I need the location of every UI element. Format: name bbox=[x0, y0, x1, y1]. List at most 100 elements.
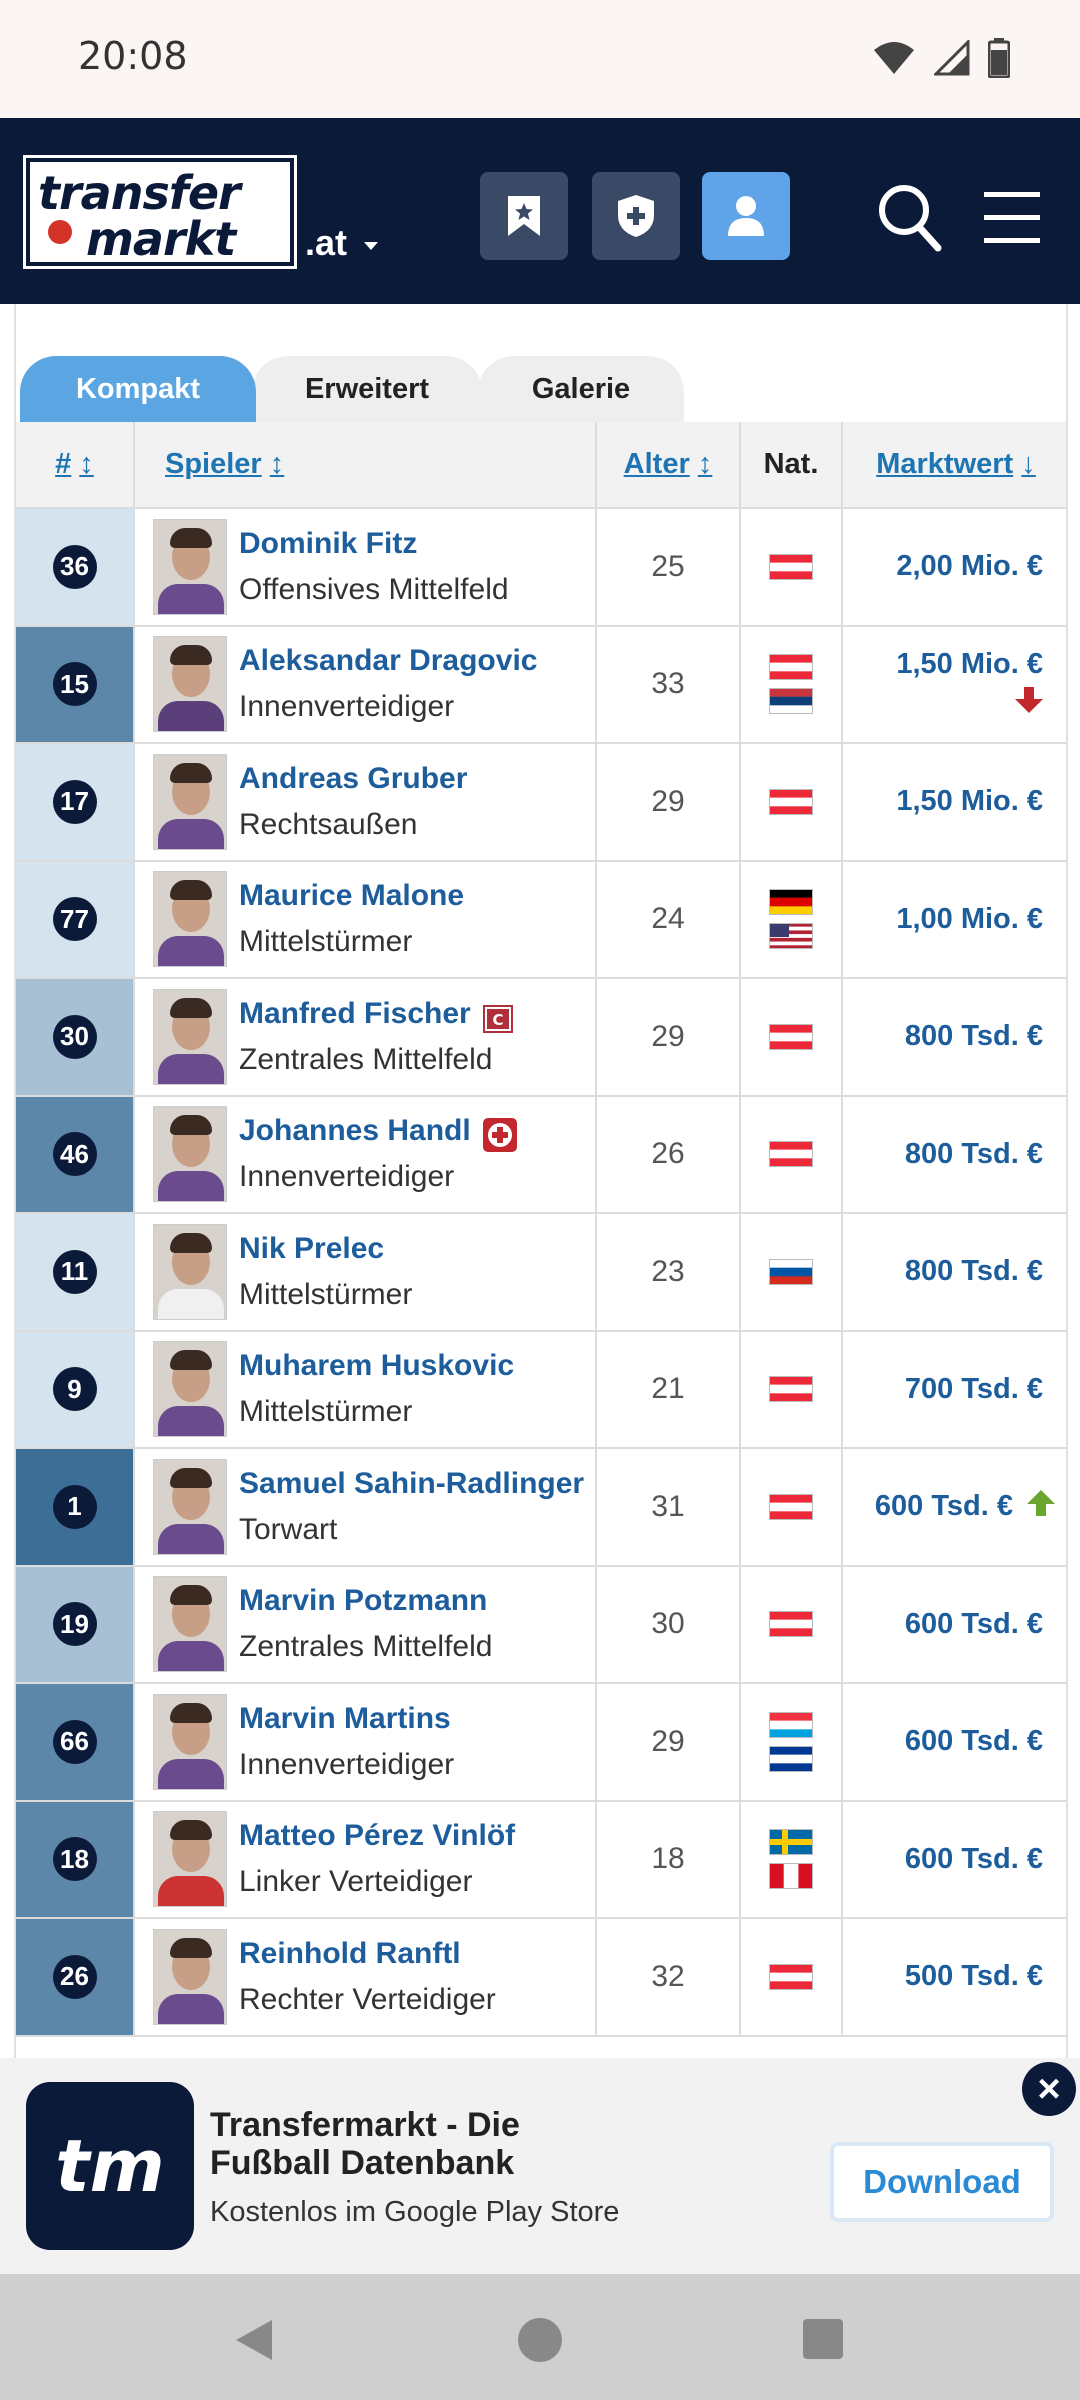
market-value[interactable]: 1,50 Mio. € bbox=[896, 785, 1043, 817]
player-name-link[interactable]: Matteo Pérez Vinlöf bbox=[239, 1813, 515, 1859]
player-name-link[interactable]: Johannes Handl bbox=[239, 1108, 517, 1154]
player-age: 30 bbox=[596, 1565, 741, 1684]
bookmark-button[interactable] bbox=[480, 172, 568, 260]
table-row[interactable]: 9 Muharem Huskovic Mittelstürmer 21 700 Tsd.… bbox=[16, 1330, 1066, 1449]
player-photo[interactable] bbox=[153, 1928, 227, 2025]
back-icon[interactable] bbox=[232, 2318, 276, 2362]
col-market-value[interactable]: Marktwert ↓ bbox=[842, 422, 1066, 509]
player-cell: Johannes Handl Innenverteidiger bbox=[134, 1095, 597, 1214]
market-value-cell[interactable]: 700 Tsd. € bbox=[842, 1330, 1066, 1449]
market-value-cell[interactable]: 600 Tsd. € bbox=[842, 1683, 1066, 1802]
player-photo[interactable] bbox=[153, 1811, 227, 1908]
player-name-link[interactable]: Marvin Martins bbox=[239, 1696, 454, 1742]
home-icon[interactable] bbox=[516, 2316, 564, 2364]
table-row[interactable]: 36 Dominik Fitz Offensives Mittelfeld 25 2,0… bbox=[16, 508, 1066, 627]
market-value[interactable]: 600 Tsd. € bbox=[905, 1725, 1043, 1757]
flag-aut-icon bbox=[769, 1376, 813, 1403]
menu-icon[interactable] bbox=[984, 192, 1040, 244]
tab-galerie[interactable]: Galerie bbox=[478, 356, 684, 422]
market-value[interactable]: 500 Tsd. € bbox=[905, 1960, 1043, 1992]
market-value-cell[interactable]: 800 Tsd. € bbox=[842, 1095, 1066, 1214]
player-age: 26 bbox=[596, 1095, 741, 1214]
player-photo[interactable] bbox=[153, 636, 227, 733]
market-value-cell[interactable]: 600 Tsd. € bbox=[842, 1800, 1066, 1919]
market-value-cell[interactable]: 500 Tsd. € bbox=[842, 1918, 1066, 2037]
flag-per-icon bbox=[769, 1863, 813, 1890]
player-position: Mittelstürmer bbox=[239, 1277, 413, 1311]
site-header: transfer markt .at bbox=[0, 118, 1080, 304]
player-name-link[interactable]: Manfred Fischer C bbox=[239, 991, 513, 1037]
table-row[interactable]: 30 Manfred Fischer C Zentrales Mittelfeld 29… bbox=[16, 978, 1066, 1097]
download-button[interactable]: Download bbox=[830, 2142, 1054, 2222]
shirt-number: 11 bbox=[52, 1249, 97, 1294]
player-name-link[interactable]: Marvin Potzmann bbox=[239, 1578, 492, 1624]
table-row[interactable]: 26 Reinhold Ranftl Rechter Verteidiger 32 50… bbox=[16, 1918, 1066, 2037]
tab-kompakt[interactable]: Kompakt bbox=[20, 356, 256, 422]
market-value-cell[interactable]: 1,00 Mio. € bbox=[842, 860, 1066, 979]
col-number[interactable]: # ↕ bbox=[16, 422, 135, 509]
shirt-number: 77 bbox=[52, 897, 97, 942]
market-value-cell[interactable]: 800 Tsd. € bbox=[842, 978, 1066, 1097]
market-value[interactable]: 600 Tsd. € bbox=[905, 1608, 1043, 1640]
player-name-link[interactable]: Reinhold Ranftl bbox=[239, 1931, 496, 1977]
player-photo[interactable] bbox=[153, 518, 227, 615]
player-photo[interactable] bbox=[153, 988, 227, 1085]
market-value-cell[interactable]: 800 Tsd. € bbox=[842, 1213, 1066, 1332]
player-name-link[interactable]: Nik Prelec bbox=[239, 1226, 412, 1272]
market-value[interactable]: 1,00 Mio. € bbox=[896, 903, 1043, 935]
market-value-cell[interactable]: 600 Tsd. € bbox=[842, 1448, 1066, 1567]
market-value[interactable]: 1,50 Mio. € bbox=[896, 648, 1043, 680]
player-photo[interactable] bbox=[153, 871, 227, 968]
market-value-cell[interactable]: 1,50 Mio. € bbox=[842, 625, 1066, 744]
shirt-number-cell: 1 bbox=[16, 1448, 135, 1567]
table-row[interactable]: 18 Matteo Pérez Vinlöf Linker Verteidiger 1… bbox=[16, 1800, 1066, 1919]
search-icon[interactable] bbox=[878, 184, 942, 252]
recents-icon[interactable] bbox=[802, 2318, 844, 2360]
player-photo[interactable] bbox=[153, 1223, 227, 1320]
player-age: 31 bbox=[596, 1448, 741, 1567]
table-row[interactable]: 11 Nik Prelec Mittelstürmer 23 800 Tsd. € bbox=[16, 1213, 1066, 1332]
player-photo[interactable] bbox=[153, 1106, 227, 1203]
player-photo[interactable] bbox=[153, 1576, 227, 1673]
table-row[interactable]: 77 Maurice Malone Mittelstürmer 24 1,00 Mio.… bbox=[16, 860, 1066, 979]
player-name-link[interactable]: Aleksandar Dragovic bbox=[239, 638, 537, 684]
player-photo[interactable] bbox=[153, 1341, 227, 1438]
market-value[interactable]: 2,00 Mio. € bbox=[896, 550, 1043, 582]
market-value[interactable]: 800 Tsd. € bbox=[905, 1255, 1043, 1287]
transfermarkt-logo[interactable]: transfer markt bbox=[23, 155, 297, 269]
player-position: Linker Verteidiger bbox=[239, 1865, 473, 1899]
market-value-cell[interactable]: 2,00 Mio. € bbox=[842, 508, 1066, 627]
table-row[interactable]: 46 Johannes Handl Innenverteidiger 26 800 Ts… bbox=[16, 1095, 1066, 1214]
player-name-link[interactable]: Andreas Gruber bbox=[239, 756, 467, 802]
shirt-number-cell: 19 bbox=[16, 1565, 135, 1684]
table-row[interactable]: 1 Samuel Sahin-Radlinger Torwart 31 600 Tsd.… bbox=[16, 1448, 1066, 1567]
col-player[interactable]: Spieler ↕ bbox=[134, 422, 597, 509]
market-value-cell[interactable]: 1,50 Mio. € bbox=[842, 743, 1066, 862]
player-photo[interactable] bbox=[153, 1458, 227, 1555]
shirt-number: 15 bbox=[52, 662, 97, 707]
player-name-link[interactable]: Maurice Malone bbox=[239, 873, 464, 919]
club-shield-button[interactable] bbox=[592, 172, 680, 260]
player-photo[interactable] bbox=[153, 753, 227, 850]
player-name-link[interactable]: Samuel Sahin-Radlinger bbox=[239, 1461, 584, 1507]
player-name-link[interactable]: Muharem Huskovic bbox=[239, 1343, 514, 1389]
market-value[interactable]: 800 Tsd. € bbox=[905, 1020, 1043, 1052]
col-age[interactable]: Alter ↕ bbox=[596, 422, 741, 509]
tab-erweitert[interactable]: Erweitert bbox=[252, 356, 482, 422]
market-value[interactable]: 600 Tsd. € bbox=[905, 1843, 1043, 1875]
player-name-link[interactable]: Dominik Fitz bbox=[239, 521, 509, 567]
player-position: Innenverteidiger bbox=[239, 690, 455, 724]
close-banner-button[interactable]: × bbox=[1022, 2062, 1076, 2116]
market-value[interactable]: 700 Tsd. € bbox=[905, 1373, 1043, 1405]
player-photo[interactable] bbox=[153, 1693, 227, 1790]
market-value-cell[interactable]: 600 Tsd. € bbox=[842, 1565, 1066, 1684]
table-row[interactable]: 17 Andreas Gruber Rechtsaußen 29 1,50 Mio. € bbox=[16, 743, 1066, 862]
user-button[interactable] bbox=[702, 172, 790, 260]
domain-selector[interactable]: .at bbox=[305, 222, 347, 264]
table-row[interactable]: 15 Aleksandar Dragovic Innenverteidiger 33 1… bbox=[16, 625, 1066, 744]
table-row[interactable]: 19 Marvin Potzmann Zentrales Mittelfeld 30 6… bbox=[16, 1565, 1066, 1684]
market-value[interactable]: 800 Tsd. € bbox=[905, 1138, 1043, 1170]
nationality-cell bbox=[740, 1800, 843, 1919]
market-value[interactable]: 600 Tsd. € bbox=[875, 1490, 1013, 1522]
table-row[interactable]: 66 Marvin Martins Innenverteidiger 29 600 Ts… bbox=[16, 1683, 1066, 1802]
